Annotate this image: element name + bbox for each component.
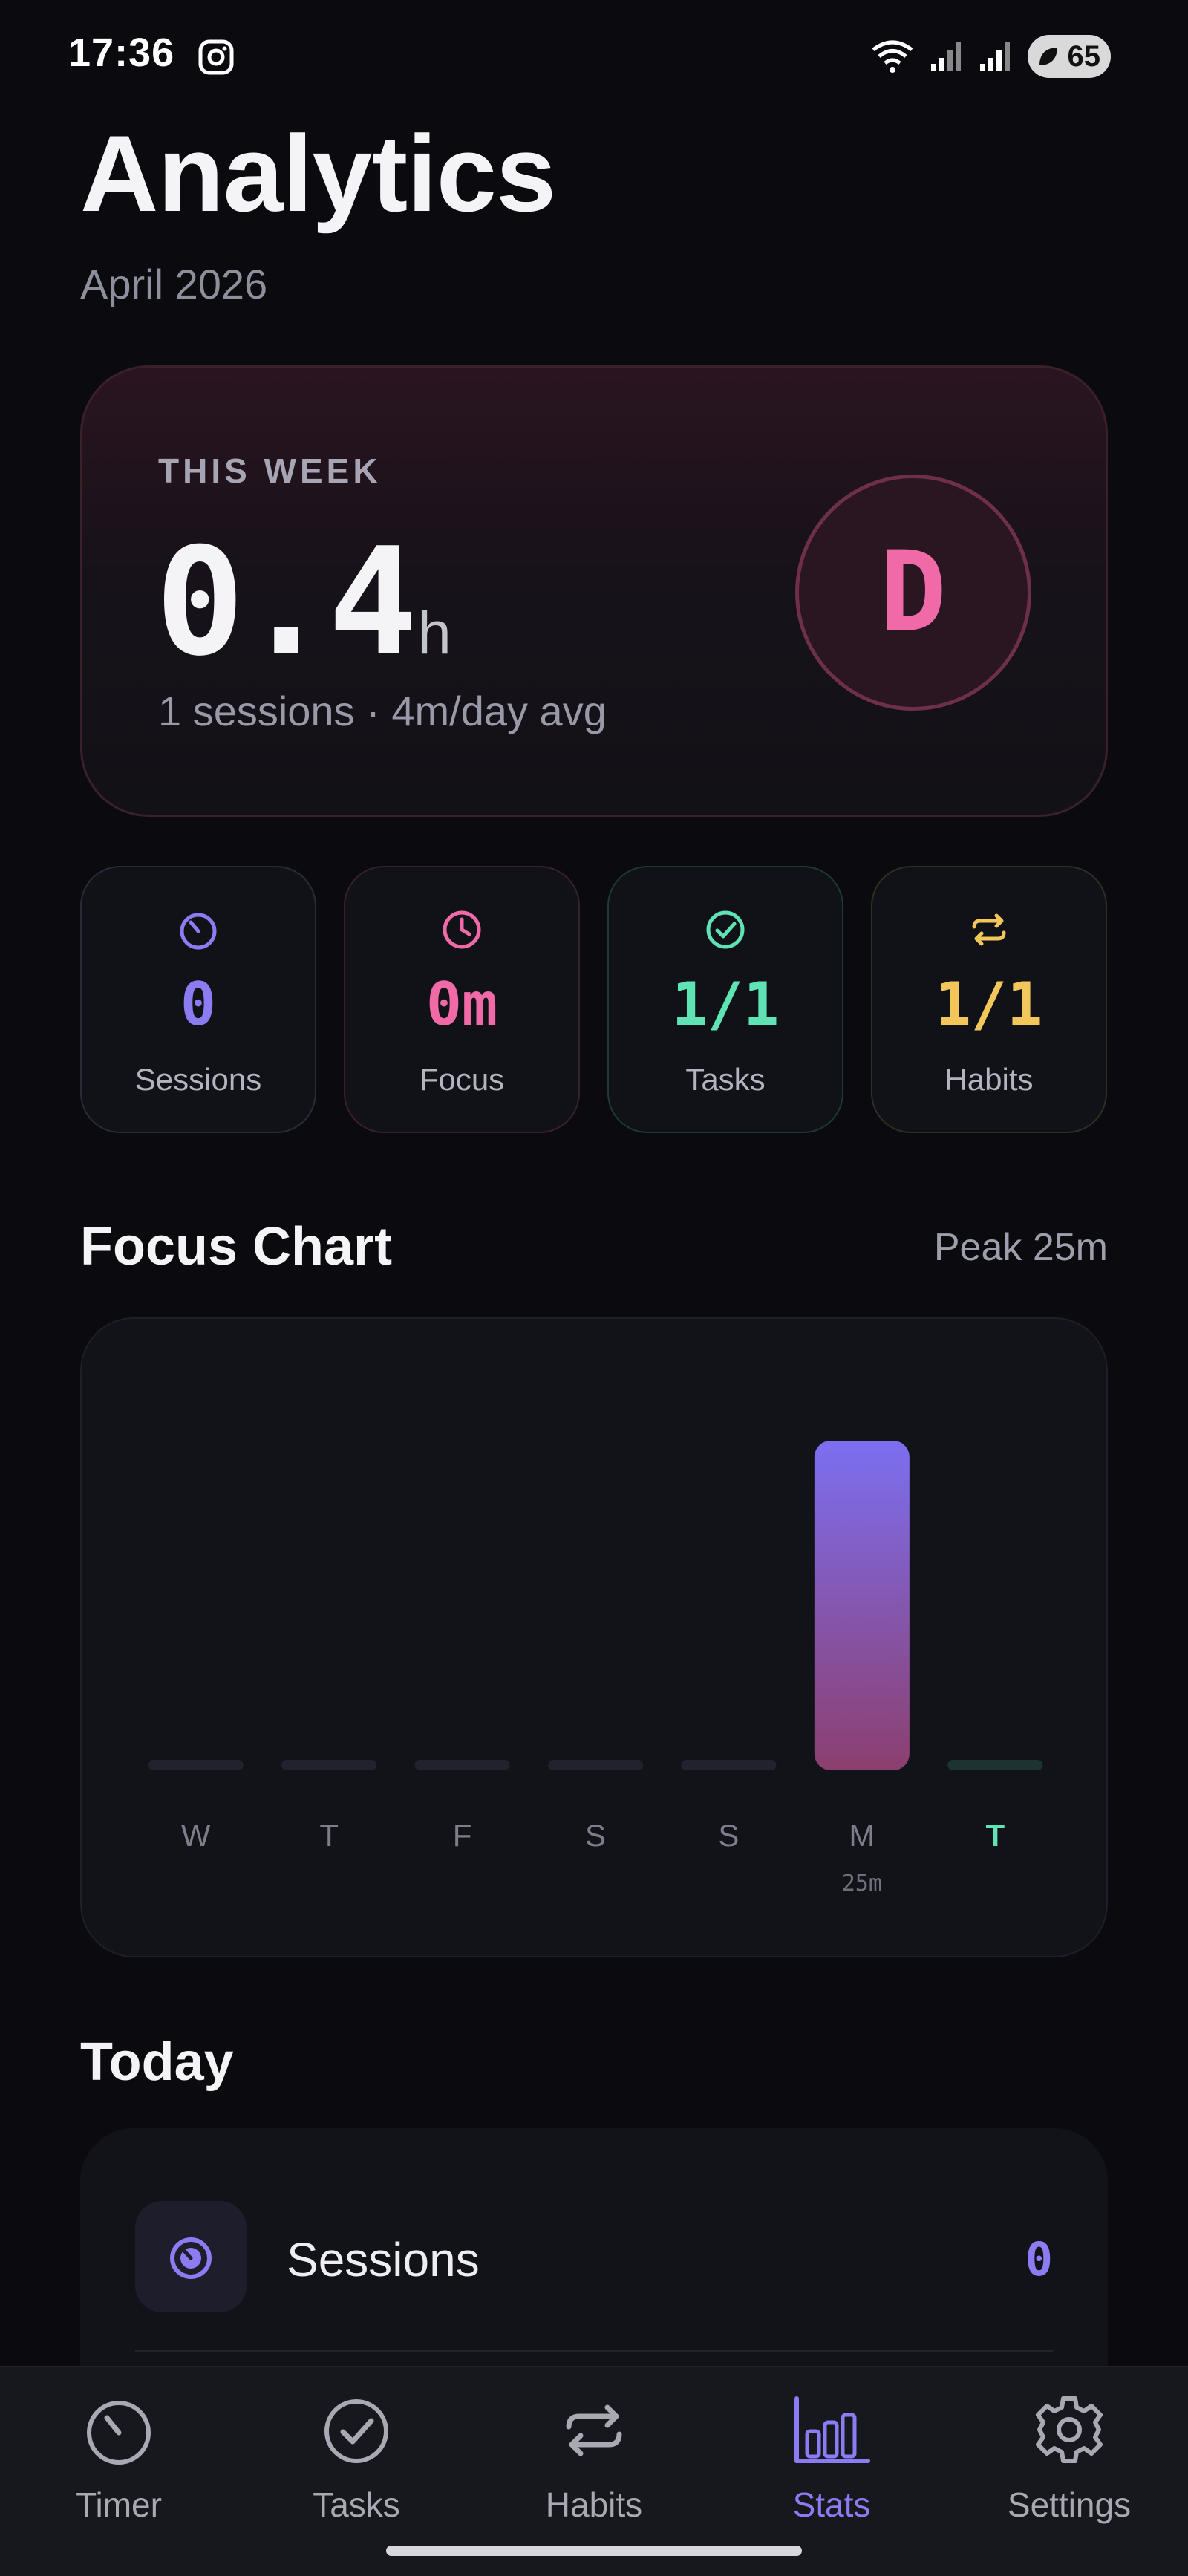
page-title: Analytics bbox=[80, 113, 556, 234]
nav-item-settings[interactable]: Settings bbox=[973, 2393, 1166, 2541]
stat-tile-habits[interactable]: 1/1 Habits bbox=[871, 866, 1107, 1133]
focus-chart-title: Focus Chart bbox=[80, 1217, 393, 1276]
stat-label: Sessions bbox=[134, 1062, 262, 1097]
chart-bar-empty[interactable] bbox=[681, 1760, 777, 1770]
chart-bar[interactable] bbox=[814, 1441, 910, 1770]
bottom-nav: Timer Tasks Habits Stats Settings bbox=[0, 2366, 1188, 2576]
focus-chart-peak: Peak 25m bbox=[933, 1226, 1108, 1269]
stat-value: 1/1 bbox=[935, 970, 1043, 1039]
chart-day-label: S bbox=[585, 1818, 606, 1853]
instagram-icon bbox=[198, 39, 234, 75]
analytics-screen: 17:36 65 Analytics April 2026 THIS WEEK … bbox=[0, 0, 1188, 2576]
signal-icon bbox=[931, 42, 961, 71]
focus-chart-card: W T F S S M 25m T bbox=[80, 1317, 1108, 1957]
repeat-icon bbox=[566, 2404, 622, 2456]
stat-value: 0m bbox=[425, 970, 498, 1039]
nav-item-stats[interactable]: Stats bbox=[735, 2393, 928, 2541]
divider bbox=[135, 2350, 1053, 2352]
status-bar: 17:36 65 bbox=[0, 0, 1188, 111]
today-row-label: Sessions bbox=[287, 2233, 480, 2286]
chart-day-label: F bbox=[453, 1818, 472, 1853]
nav-label: Settings bbox=[1007, 2485, 1132, 2524]
chart-bar-empty[interactable] bbox=[947, 1760, 1043, 1770]
today-row-value: 0 bbox=[1025, 2232, 1053, 2286]
stat-value: 1/1 bbox=[671, 970, 780, 1039]
stat-tile-tasks[interactable]: 1/1 Tasks bbox=[607, 866, 843, 1133]
stat-label: Focus bbox=[419, 1062, 505, 1097]
chart-day-label: T bbox=[319, 1818, 339, 1853]
bar-chart-icon bbox=[794, 2396, 870, 2463]
week-summary: 1 sessions · 4m/day avg bbox=[158, 688, 607, 734]
nav-item-tasks[interactable]: Tasks bbox=[260, 2393, 453, 2541]
nav-label: Timer bbox=[76, 2485, 162, 2524]
chart-value-label: 25m bbox=[842, 1871, 882, 1897]
nav-item-timer[interactable]: Timer bbox=[22, 2393, 215, 2541]
leaf-icon bbox=[1040, 48, 1057, 65]
chart-day-label: T bbox=[985, 1818, 1005, 1853]
home-indicator[interactable] bbox=[386, 2546, 802, 2556]
wifi-icon bbox=[872, 40, 913, 73]
check-circle-icon bbox=[324, 2399, 388, 2463]
grade-badge: D bbox=[795, 475, 1031, 711]
signal-icon-2 bbox=[980, 42, 1010, 71]
week-hours: 0.4h bbox=[155, 516, 451, 689]
battery-indicator: 65 bbox=[1028, 35, 1111, 78]
check-circle-icon bbox=[706, 910, 745, 949]
nav-label: Stats bbox=[792, 2485, 871, 2524]
gear-icon bbox=[1036, 2396, 1103, 2463]
timer-icon bbox=[180, 913, 217, 950]
stat-label: Habits bbox=[944, 1062, 1034, 1097]
today-title: Today bbox=[80, 2032, 234, 2092]
status-icons: 65 bbox=[870, 34, 1111, 79]
stat-tile-sessions[interactable]: 0 Sessions bbox=[80, 866, 316, 1133]
repeat-icon bbox=[972, 913, 1006, 946]
today-sessions-icon-box bbox=[135, 2201, 247, 2312]
chart-bar-empty[interactable] bbox=[281, 1760, 377, 1770]
stat-label: Tasks bbox=[685, 1062, 766, 1097]
timer-icon bbox=[87, 2401, 151, 2465]
week-hours-value: 0.4 bbox=[155, 516, 417, 689]
week-label: THIS WEEK bbox=[158, 451, 382, 490]
week-summary-card[interactable]: THIS WEEK 0.4h 1 sessions · 4m/day avg D bbox=[80, 365, 1108, 817]
status-time: 17:36 bbox=[68, 30, 175, 75]
stat-value: 0 bbox=[180, 970, 217, 1039]
chart-bar-empty[interactable] bbox=[548, 1760, 643, 1770]
page-subtitle: April 2026 bbox=[80, 261, 268, 307]
clock-icon bbox=[443, 910, 481, 949]
chart-day-label: M bbox=[849, 1818, 875, 1853]
nav-item-habits[interactable]: Habits bbox=[497, 2393, 691, 2541]
battery-level: 65 bbox=[1067, 39, 1101, 73]
week-hours-unit: h bbox=[417, 599, 451, 667]
chart-day-label: S bbox=[718, 1818, 739, 1853]
chart-day-label: W bbox=[181, 1818, 211, 1853]
focus-chart: W T F S S M 25m T bbox=[148, 1441, 1043, 1897]
chart-bar-empty[interactable] bbox=[148, 1760, 244, 1770]
stat-tile-focus[interactable]: 0m Focus bbox=[344, 866, 580, 1133]
timer-icon bbox=[170, 2237, 212, 2279]
nav-label: Tasks bbox=[313, 2485, 400, 2524]
chart-bar-empty[interactable] bbox=[414, 1760, 510, 1770]
nav-label: Habits bbox=[545, 2485, 643, 2524]
